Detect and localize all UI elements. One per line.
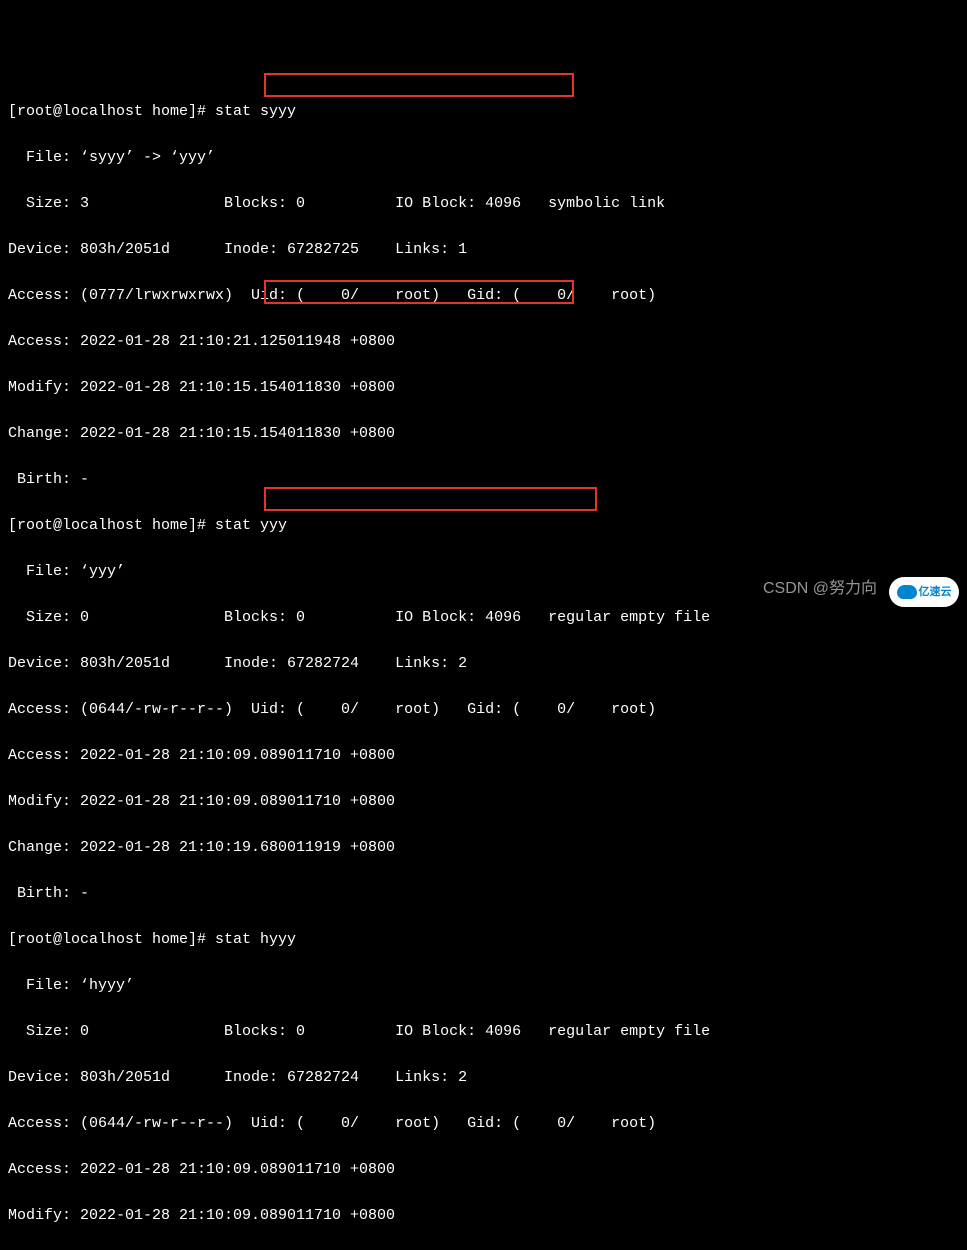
- stat-output: Access: 2022-01-28 21:10:09.089011710 +0…: [8, 1158, 959, 1181]
- stat-output: Device: 803h/2051d Inode: 67282724 Links…: [8, 1066, 959, 1089]
- command-text: stat yyy: [215, 517, 287, 534]
- stat-output: Device: 803h/2051d Inode: 67282725 Links…: [8, 238, 959, 261]
- highlight-box-1: [264, 73, 574, 97]
- stat-output: Size: 0 Blocks: 0 IO Block: 4096 regular…: [8, 1020, 959, 1043]
- stat-output: Birth: -: [8, 882, 959, 905]
- stat-output: File: ‘syyy’ -> ‘yyy’: [8, 146, 959, 169]
- stat-output: Device: 803h/2051d Inode: 67282724 Links…: [8, 652, 959, 675]
- stat-output: Modify: 2022-01-28 21:10:09.089011710 +0…: [8, 790, 959, 813]
- prompt-line-2[interactable]: [root@localhost home]# stat yyy: [8, 514, 959, 537]
- watermark-text: CSDN @努力向: [763, 577, 877, 600]
- stat-output: Size: 0 Blocks: 0 IO Block: 4096 regular…: [8, 606, 959, 629]
- prompt-line-1[interactable]: [root@localhost home]# stat syyy: [8, 100, 959, 123]
- stat-output: Change: 2022-01-28 21:10:19.680011919 +0…: [8, 836, 959, 859]
- stat-output: File: ‘hyyy’: [8, 974, 959, 997]
- stat-output: Modify: 2022-01-28 21:10:15.154011830 +0…: [8, 376, 959, 399]
- logo-badge: 亿速云: [889, 577, 959, 607]
- stat-output: Modify: 2022-01-28 21:10:09.089011710 +0…: [8, 1204, 959, 1227]
- stat-output: Birth: -: [8, 468, 959, 491]
- stat-output: Access: (0777/lrwxrwxrwx) Uid: ( 0/ root…: [8, 284, 959, 307]
- command-text: stat hyyy: [215, 931, 296, 948]
- stat-output: Change: 2022-01-28 21:10:15.154011830 +0…: [8, 422, 959, 445]
- logo-label: 亿速云: [919, 581, 952, 604]
- command-text: stat syyy: [215, 103, 296, 120]
- stat-output: Access: (0644/-rw-r--r--) Uid: ( 0/ root…: [8, 698, 959, 721]
- prompt-line-3[interactable]: [root@localhost home]# stat hyyy: [8, 928, 959, 951]
- stat-output: Access: 2022-01-28 21:10:09.089011710 +0…: [8, 744, 959, 767]
- shell-prompt: [root@localhost home]#: [8, 103, 215, 120]
- shell-prompt: [root@localhost home]#: [8, 931, 215, 948]
- stat-output: Size: 3 Blocks: 0 IO Block: 4096 symboli…: [8, 192, 959, 215]
- stat-output: Access: 2022-01-28 21:10:21.125011948 +0…: [8, 330, 959, 353]
- highlight-box-3: [264, 487, 597, 511]
- shell-prompt: [root@localhost home]#: [8, 517, 215, 534]
- cloud-icon: [897, 585, 917, 599]
- stat-output: Access: (0644/-rw-r--r--) Uid: ( 0/ root…: [8, 1112, 959, 1135]
